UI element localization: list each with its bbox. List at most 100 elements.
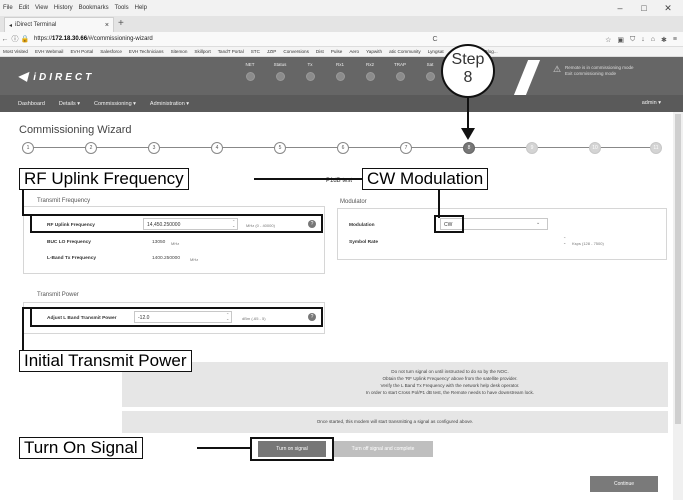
bookmark-item[interactable]: Sitemon: [171, 49, 188, 54]
url-prefix: https://: [34, 36, 53, 42]
lband-tx-label: L-Band Tx Frequency: [47, 256, 97, 261]
bookmark-item[interactable]: Lyngsat: [428, 49, 444, 54]
turn-off-signal-button[interactable]: Turn off signal and complete: [333, 441, 433, 457]
scrollbar-thumb[interactable]: [675, 114, 681, 424]
hamburger-menu-icon[interactable]: ≡: [673, 36, 677, 43]
symbol-rate-label: Symbol Rate: [349, 240, 379, 245]
tab-close-icon[interactable]: ×: [105, 22, 109, 29]
page-title: Commissioning Wizard: [19, 124, 132, 136]
rf-uplink-callout: RF Uplink Frequency: [19, 168, 189, 190]
wizard-step-current[interactable]: 8: [463, 142, 475, 154]
main-nav: Dashboard Details ▾ Commissioning ▾ Admi…: [0, 95, 683, 112]
bookmark-item[interactable]: Salesforce: [100, 49, 122, 54]
maximize-icon[interactable]: □: [634, 0, 654, 16]
home-icon[interactable]: ⌂: [651, 36, 655, 43]
idirect-logo: ◀ iDIRECT: [18, 69, 95, 83]
page-scrollbar[interactable]: [673, 112, 683, 500]
wizard-step[interactable]: 9: [526, 142, 538, 154]
wizard-step[interactable]: 7: [400, 142, 412, 154]
bookmarks-bar: Most Visited EVH Webmail EVH Portal Sale…: [0, 47, 683, 57]
nav-administration[interactable]: Administration ▾: [150, 101, 189, 107]
settings-icon[interactable]: ✱: [661, 36, 667, 44]
bookmark-item[interactable]: Pulse: [331, 49, 343, 54]
continue-button[interactable]: Continue: [590, 476, 658, 492]
transmit-power-highlight: [30, 307, 323, 327]
browser-menubar: File Edit View History Bookmarks Tools H…: [0, 0, 683, 16]
back-icon[interactable]: ←: [0, 36, 10, 43]
menu-file[interactable]: File: [3, 5, 13, 11]
rf-uplink-highlight: [30, 214, 323, 233]
user-menu[interactable]: admin ▾: [642, 100, 661, 106]
wizard-step[interactable]: 11: [650, 142, 662, 154]
step-callout: Step 8: [441, 44, 495, 98]
status-trap: TRAP: [385, 62, 415, 81]
status-indicator: [335, 72, 345, 81]
bookmark-item[interactable]: atic Community: [389, 49, 421, 54]
status-label: Status: [273, 62, 287, 67]
status-net: NET: [235, 62, 265, 81]
lband-tx-unit: MHz: [190, 257, 199, 262]
transmit-info-message: Once started, this modem will start tran…: [122, 411, 668, 433]
transmit-power-title: Transmit Power: [37, 292, 79, 298]
bookmark-item[interactable]: EVH Webmail: [35, 49, 64, 54]
bookmark-item[interactable]: JZIP: [267, 49, 276, 54]
wizard-step[interactable]: 3: [148, 142, 160, 154]
clipboard-icon[interactable]: ▣: [617, 36, 624, 44]
initial-power-callout: Initial Transmit Power: [19, 350, 192, 372]
menu-view[interactable]: View: [35, 5, 48, 11]
status-indicator: [275, 72, 285, 81]
wizard-step[interactable]: 10: [589, 142, 601, 154]
menu-edit[interactable]: Edit: [19, 5, 29, 11]
tab-bar: ◂ iDirect Terminal × +: [0, 16, 683, 32]
bookmark-item[interactable]: Dist: [316, 49, 324, 54]
bookmark-item[interactable]: STC: [251, 49, 260, 54]
tab-favicon-icon: ◂: [9, 22, 13, 29]
address-bar: ← ⓘ 🔒 https://172.18.30.66/#/commissioni…: [0, 32, 683, 47]
wizard-step[interactable]: 5: [274, 142, 286, 154]
status-indicator: [245, 72, 255, 81]
wizard-step[interactable]: 4: [211, 142, 223, 154]
callout-connector: [254, 178, 364, 180]
wizard-step[interactable]: 1: [22, 142, 34, 154]
nav-dashboard[interactable]: Dashboard: [18, 101, 45, 107]
star-icon[interactable]: ☆: [605, 36, 611, 44]
symbol-rate-spinner-icon[interactable]: ⌃ ⌄: [563, 237, 566, 245]
new-tab-icon[interactable]: +: [118, 18, 124, 29]
menu-bookmarks[interactable]: Bookmarks: [79, 5, 109, 11]
buc-lo-value: 13050: [152, 240, 166, 245]
status-status: Status: [265, 62, 295, 81]
reload-icon[interactable]: C: [430, 36, 440, 43]
wizard-step[interactable]: 6: [337, 142, 349, 154]
status-label: Rx2: [365, 62, 374, 67]
cw-modulation-callout: CW Modulation: [362, 168, 489, 190]
nav-commissioning[interactable]: Commissioning ▾: [94, 101, 136, 107]
chevron-down-icon[interactable]: ⌄: [536, 220, 540, 226]
minimize-icon[interactable]: –: [610, 0, 630, 16]
shield-icon[interactable]: ⛉: [630, 36, 635, 44]
bookmark-item[interactable]: Aero: [349, 49, 359, 54]
bookmark-item[interactable]: Most Visited: [3, 49, 28, 54]
status-label: NET: [245, 62, 255, 67]
callout-connector: [22, 214, 31, 216]
nav-details[interactable]: Details ▾: [59, 101, 80, 107]
bookmark-item[interactable]: EVH Technicians: [129, 49, 164, 54]
bookmark-item[interactable]: Skillport: [194, 49, 210, 54]
menu-tools[interactable]: Tools: [115, 5, 129, 11]
bookmark-item[interactable]: Yapwith: [366, 49, 382, 54]
bookmark-item[interactable]: EVH Portal: [70, 49, 93, 54]
browser-tab[interactable]: ◂ iDirect Terminal ×: [4, 17, 114, 32]
commissioning-alert: Remote is in commissioning mode Exit com…: [565, 65, 675, 77]
bookmark-item[interactable]: Conversions: [283, 49, 309, 54]
download-icon[interactable]: ↓: [641, 36, 645, 43]
menu-history[interactable]: History: [54, 5, 73, 11]
bookmark-item[interactable]: TandT Portal: [218, 49, 244, 54]
tab-title: iDirect Terminal: [15, 22, 57, 28]
callout-connector: [22, 190, 24, 215]
menu-help[interactable]: Help: [135, 5, 147, 11]
alert-exit-link[interactable]: Exit commissioning mode: [565, 71, 675, 77]
lband-tx-value: 1400.250000: [152, 256, 181, 261]
wizard-step[interactable]: 2: [85, 142, 97, 154]
close-window-icon[interactable]: ✕: [658, 0, 678, 16]
info-icon[interactable]: ⓘ: [10, 34, 20, 44]
url-field[interactable]: https://172.18.30.66/#/commissioning-wiz…: [34, 36, 464, 42]
